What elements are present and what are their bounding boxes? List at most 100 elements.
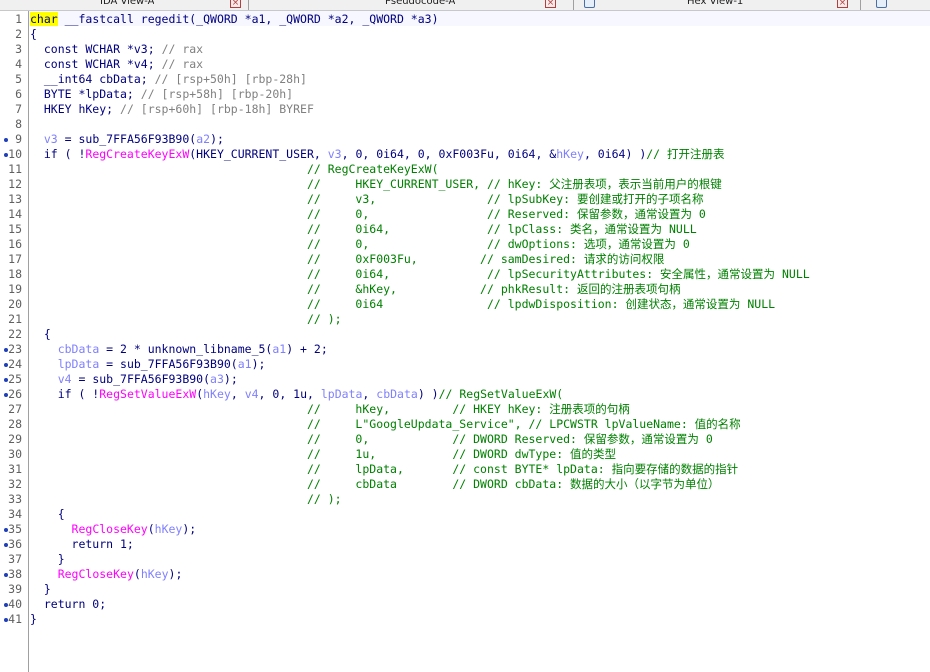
breakpoint-dot-icon[interactable] (4, 618, 8, 622)
tab-hex-view[interactable]: Hex View-1 (687, 0, 743, 9)
code-line[interactable]: v4 = sub_7FFA56F93B90(a3); (30, 372, 238, 387)
code-token: // RegSetValueExW( (438, 387, 564, 401)
code-token: { (30, 327, 51, 341)
code-line[interactable]: // lpData, // const BYTE* lpData: 指向要存储的… (30, 462, 738, 477)
code-line[interactable]: return 0; (30, 597, 106, 612)
code-line[interactable]: { (30, 327, 51, 342)
breakpoint-dot-icon[interactable] (4, 363, 8, 367)
code-line[interactable]: // 0i64, // lpClass: 类名，通常设置为 NULL (30, 222, 697, 237)
breakpoint-dot-icon[interactable] (4, 528, 8, 532)
breakpoint-dot-icon[interactable] (4, 153, 8, 157)
code-line[interactable]: lpData = sub_7FFA56F93B90(a1); (30, 357, 266, 372)
code-line[interactable]: } (30, 612, 37, 627)
code-line[interactable]: __int64 cbData; // [rsp+50h] [rbp-28h] (30, 72, 307, 87)
line-number: 22 (8, 327, 22, 341)
breakpoint-dot-icon[interactable] (4, 393, 8, 397)
code-token: __fastcall regedit(_QWORD *a1, _QWORD *a… (57, 12, 439, 26)
code-line[interactable]: { (30, 27, 37, 42)
code-line[interactable]: // cbData // DWORD cbData: 数据的大小（以字节为单位） (30, 477, 720, 492)
code-line[interactable]: if ( !RegSetValueExW(hKey, v4, 0, 1u, lp… (30, 387, 564, 402)
line-number: 7 (15, 102, 22, 116)
code-line[interactable]: cbData = 2 * unknown_libname_5(a1) + 2; (30, 342, 328, 357)
tab-separator (573, 0, 574, 10)
code-token: = sub_7FFA56F93B90( (99, 357, 238, 371)
tab-ida-view-close-icon[interactable]: × (230, 0, 241, 8)
tab-pseudocode[interactable]: Pseudocode-A (385, 0, 455, 9)
tab-separator (860, 0, 861, 10)
breakpoint-dot-icon[interactable] (4, 138, 8, 142)
code-line[interactable]: // v3, // lpSubKey: 要创建或打开的子项名称 (30, 192, 704, 207)
code-line[interactable]: RegCloseKey(hKey); (30, 567, 183, 582)
code-token: } (30, 582, 51, 596)
code-line[interactable]: // RegCreateKeyExW( (30, 162, 439, 177)
code-token: { (30, 27, 37, 41)
code-token: if ( ! (30, 387, 100, 401)
code-line[interactable]: // L"GoogleUpdata_Service", // LPCWSTR l… (30, 417, 741, 432)
code-line[interactable]: // 0, // Reserved: 保留参数，通常设置为 0 (30, 207, 706, 222)
code-line[interactable]: v3 = sub_7FFA56F93B90(a2); (30, 132, 224, 147)
code-line[interactable]: // hKey, // HKEY hKey: 注册表项的句柄 (30, 402, 630, 417)
line-number: 29 (8, 432, 22, 446)
code-token: v4 (244, 387, 259, 401)
code-line[interactable]: // HKEY_CURRENT_USER, // hKey: 父注册表项，表示当… (30, 177, 722, 192)
code-line[interactable]: // 0, // DWORD Reserved: 保留参数，通常设置为 0 (30, 432, 713, 447)
code-token: ); (168, 567, 183, 581)
code-token: a1 (272, 342, 287, 356)
code-line[interactable]: return 1; (30, 537, 134, 552)
tab-pseudocode-close-icon[interactable]: × (545, 0, 556, 8)
breakpoint-dot-icon[interactable] (4, 603, 8, 607)
code-token: // 0, // DWORD Reserved: 保留参数，通常设置为 0 (306, 432, 713, 446)
code-line[interactable]: // 0i64 // lpdwDisposition: 创建状态，通常设置为 N… (30, 297, 775, 312)
code-token: BYTE *lpData; (30, 87, 141, 101)
breakpoint-dot-icon[interactable] (4, 543, 8, 547)
breakpoint-dot-icon[interactable] (4, 378, 8, 382)
code-line[interactable]: { (30, 507, 65, 522)
code-line[interactable]: HKEY hKey; // [rsp+60h] [rbp-18h] BYREF (30, 102, 314, 117)
tab-hex-view-close-icon[interactable]: × (837, 0, 848, 8)
breakpoint-dot-icon[interactable] (4, 348, 8, 352)
code-token: } (30, 552, 65, 566)
line-number: 13 (8, 192, 22, 206)
tab-ida-view[interactable]: IDA View-A (100, 0, 154, 9)
code-line[interactable]: const WCHAR *v4; // rax (30, 57, 203, 72)
code-line[interactable]: } (30, 582, 51, 597)
code-line[interactable]: // 0, // dwOptions: 选项，通常设置为 0 (30, 237, 690, 252)
tab-separator (248, 0, 249, 10)
code-line[interactable]: } (30, 552, 65, 567)
breakpoint-dot-icon[interactable] (4, 573, 8, 577)
line-number: 18 (8, 267, 22, 281)
line-number: 3 (15, 42, 22, 56)
code-token: // RegCreateKeyExW( (306, 162, 439, 176)
line-number: 5 (15, 72, 22, 86)
code-line[interactable]: // 0i64, // lpSecurityAttributes: 安全属性，通… (30, 267, 810, 282)
code-line[interactable]: // 0xF003Fu, // samDesired: 请求的访问权限 (30, 252, 664, 267)
code-token: // [rsp+60h] [rbp-18h] BYREF (120, 102, 314, 116)
code-token: hKey (203, 387, 231, 401)
code-line[interactable]: // ); (30, 312, 342, 327)
code-line[interactable]: BYTE *lpData; // [rsp+58h] [rbp-20h] (30, 87, 293, 102)
line-number: 31 (8, 462, 22, 476)
code-token: // 0xF003Fu, // samDesired: 请求的访问权限 (306, 252, 665, 266)
code-line[interactable]: char __fastcall regedit(_QWORD *a1, _QWO… (30, 12, 439, 27)
code-token: lpData (57, 357, 100, 371)
code-token: // 打开注册表 (646, 147, 725, 161)
pseudocode-editor[interactable]: 1 2 3 4 5 6 7 8 9 10 11 12 13 14 15 16 17 18 19 20 21 22 23 24 2… (0, 11, 930, 672)
code-line[interactable]: // &hKey, // phkResult: 返回的注册表项句柄 (30, 282, 681, 297)
code-token: ( (147, 522, 155, 536)
code-line[interactable]: // 1u, // DWORD dwType: 值的类型 (30, 447, 616, 462)
code-line[interactable]: const WCHAR *v3; // rax (30, 42, 203, 57)
code-line[interactable]: RegCloseKey(hKey); (30, 522, 197, 537)
code-line[interactable]: // ); (30, 492, 342, 507)
code-line[interactable]: if ( !RegCreateKeyExW(HKEY_CURRENT_USER,… (30, 147, 725, 162)
